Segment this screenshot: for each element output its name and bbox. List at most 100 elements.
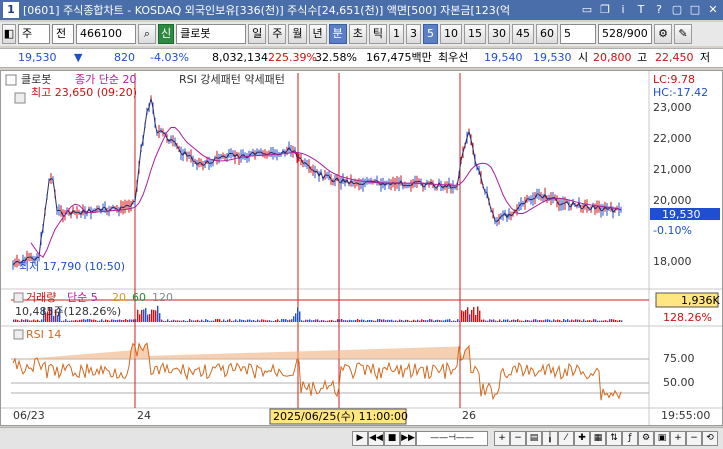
volume-bar [463,311,465,322]
volume-bar [161,319,163,322]
rsi-tick-50: 50.00 [663,376,695,389]
volume-legend-checkbox[interactable] [13,292,24,303]
zoom-plus-icon[interactable]: + [670,431,686,446]
chart-svg[interactable]: 클로봇 종가 단순 20 RSI 강세패턴 약세패턴 최고 23,650 (09… [1,71,722,425]
save-icon[interactable]: ▣ [654,431,670,446]
volume-bar [241,319,243,322]
zoom-minus-icon[interactable]: − [686,431,702,446]
volume-bar [249,319,251,322]
interval-30[interactable]: 30 [488,24,510,44]
interval-15[interactable]: 15 [464,24,486,44]
interval-10[interactable]: 10 [440,24,462,44]
volume-bar [175,320,177,322]
period-month[interactable]: 월 [288,24,307,44]
info-icon[interactable]: i [615,2,631,18]
volume-bar [67,320,69,322]
volume-bar [85,319,87,322]
line-icon[interactable]: ⁄ [558,431,574,446]
stop-icon[interactable]: ■ [384,431,400,446]
volume-bar [295,313,297,322]
volume-bar [261,319,263,322]
volume-bar [363,319,365,322]
period-tick[interactable]: 틱 [368,24,387,44]
best-ask: 19,540 [484,51,523,64]
left-panel-toggle[interactable]: ◧ [2,24,16,44]
volume-bar [493,319,495,322]
volume-bar [155,310,157,322]
volume-bar [611,319,613,322]
rewind-icon[interactable]: ◀◀ [368,431,384,446]
font-icon[interactable]: T [633,2,649,18]
rsi-legend-checkbox[interactable] [13,329,24,340]
volume-bar [89,319,91,322]
grid-icon[interactable]: ▦ [590,431,606,446]
settings-icon[interactable]: ⚙ [654,24,672,44]
volume-bar [521,320,523,322]
volume-bar [541,320,543,322]
volume-bar [81,319,83,322]
help-icon[interactable]: ? [651,2,667,18]
period-year[interactable]: 년 [308,24,327,44]
chart-area[interactable]: 클로봇 종가 단순 20 RSI 강세패턴 약세패턴 최고 23,650 (09… [0,70,723,426]
volume-bar [75,319,77,322]
interval-45[interactable]: 45 [512,24,534,44]
scroll-right-icon[interactable]: ▶ [352,431,368,446]
close-icon[interactable]: ✕ [705,2,721,18]
price-tick-21000: 21,000 [653,163,692,176]
reset-icon[interactable]: ⟲ [702,431,718,446]
compare-icon[interactable]: ⇅ [606,431,622,446]
interval-60[interactable]: 60 [536,24,558,44]
copy-icon[interactable]: ❐ [597,2,613,18]
candle-icon[interactable]: ╽ [542,431,558,446]
volume-bar [365,320,367,322]
market-type-select[interactable]: 전 [52,24,74,44]
price-tick-22000: 22,000 [653,132,692,145]
search-icon[interactable]: ⌕ [138,24,156,44]
volume-bar [215,319,217,322]
volume-bar [531,320,533,322]
period-day[interactable]: 일 [248,24,267,44]
interval-5[interactable]: 5 [423,24,438,44]
volume-bar [115,320,117,322]
zoom-out-icon[interactable]: − [510,431,526,446]
volume-bar [549,319,551,322]
zoom-in-icon[interactable]: + [494,431,510,446]
period-second[interactable]: 초 [348,24,367,44]
maximize-icon[interactable]: □ [687,2,703,18]
stock-code-input[interactable]: 466100 [76,24,136,44]
fast-forward-icon[interactable]: ▶▶ [400,431,416,446]
volume-bar [23,320,25,322]
indicator-icon[interactable]: ƒ [622,431,638,446]
period-minute[interactable]: 분 [328,24,347,44]
minimize-icon[interactable]: ▭ [579,2,595,18]
tool-icon[interactable]: ✎ [674,24,692,44]
crosshair-icon[interactable]: ✚ [574,431,590,446]
volume-bar [147,314,149,322]
volume-bar [581,320,583,322]
volume-bar [395,320,397,322]
volume-bar [299,311,301,322]
legend-checkbox[interactable] [5,74,17,86]
volume-bar [391,319,393,322]
period-week[interactable]: 주 [268,24,287,44]
volume-bar [179,320,181,322]
volume-bar [529,320,531,322]
settings-icon[interactable]: ⚙ [638,431,654,446]
market-select[interactable]: 주 [18,24,50,44]
change-percent: -4.03% [150,51,189,64]
interval-select[interactable]: 5 [560,24,596,44]
volume-percent: 225.39% [268,51,317,64]
signal-tag[interactable]: 신 [158,24,175,44]
interval-1[interactable]: 1 [389,24,404,44]
volume-bar [527,320,529,322]
tile-icon[interactable]: ▢ [669,2,685,18]
volume-bar [309,319,311,322]
table-icon[interactable] [14,92,26,104]
interval-3[interactable]: 3 [406,24,421,44]
zoom-slider[interactable]: ——⊣—— [416,431,488,446]
volume-bar [189,319,191,322]
volume-bar [379,319,381,322]
volume-bar [269,320,271,322]
data-count[interactable]: 528/900 [598,24,652,44]
chart-icon[interactable]: ▤ [526,431,542,446]
